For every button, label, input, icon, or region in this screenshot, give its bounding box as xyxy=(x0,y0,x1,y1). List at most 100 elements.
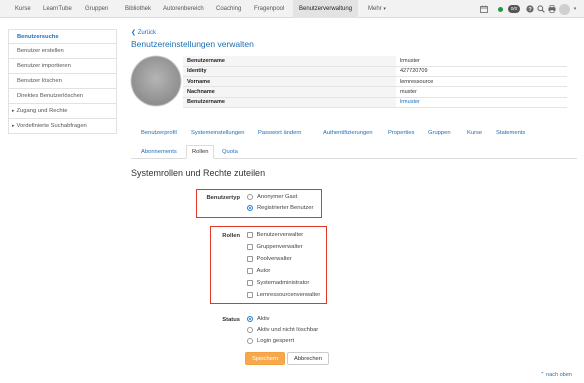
radio-anonymer-gast[interactable]: Anonymer Gast xyxy=(247,194,297,200)
table-row: Nachname muster xyxy=(183,86,567,98)
radio-button-selected[interactable] xyxy=(247,316,253,322)
checkbox[interactable] xyxy=(247,268,253,274)
info-value-link[interactable]: lrmuster xyxy=(396,97,567,108)
user-avatar-icon[interactable] xyxy=(558,0,571,18)
radio-registrierter-benutzer[interactable]: Registrierter Benutzer xyxy=(247,205,313,211)
tab-benutzerprofil[interactable]: Benutzerprofil xyxy=(141,126,177,140)
sidebar-item-benutzersuche[interactable]: Benutzersuche xyxy=(8,29,117,44)
online-status-icon[interactable] xyxy=(496,0,504,18)
nav-coaching[interactable]: Coaching xyxy=(216,0,241,18)
sidebar-item-zugang-und-rechte[interactable]: ▸ Zugang und Rechte xyxy=(8,104,117,119)
radio-button-selected[interactable] xyxy=(247,205,253,211)
top-navigation: Kurse LearnTube Gruppen Bibliothek Autor… xyxy=(0,0,584,18)
sidebar-item-label: Zugang und Rechte xyxy=(16,108,68,114)
checkbox-label: Lernressourcenverwalter xyxy=(256,292,321,298)
back-to-top-link[interactable]: ⌃ nach oben xyxy=(540,372,572,378)
radio-label: Login gesperrt xyxy=(257,338,295,344)
radio-label: Aktiv und nicht löschbar xyxy=(257,327,319,333)
checkbox-systemadministrator[interactable]: Systemadministrator xyxy=(247,280,309,286)
search-icon[interactable] xyxy=(536,0,546,18)
help-icon[interactable]: ? xyxy=(525,0,535,18)
table-row: Identity 427720709 xyxy=(183,66,567,78)
back-to-top-label: nach oben xyxy=(546,372,572,378)
back-link-label: Zurück xyxy=(137,30,157,36)
checkbox-lernressourcenverwalter[interactable]: Lernressourcenverwalter xyxy=(247,292,320,298)
chat-badge[interactable]: 0/0 xyxy=(506,0,522,18)
save-button[interactable]: Speichern xyxy=(245,352,285,365)
cancel-button[interactable]: Abbrechen xyxy=(287,352,329,365)
tab-statements[interactable]: Statements xyxy=(496,126,525,140)
tab-rollen[interactable]: Rollen xyxy=(186,145,215,159)
print-icon[interactable] xyxy=(547,0,557,18)
section-title: Systemrollen und Rechte zuteilen xyxy=(131,168,266,178)
radio-login-gesperrt[interactable]: Login gesperrt xyxy=(247,338,294,344)
info-key: Identity xyxy=(183,66,396,78)
checkbox[interactable] xyxy=(247,280,253,286)
radio-aktiv-nicht-loeschbar[interactable]: Aktiv und nicht löschbar xyxy=(247,327,318,333)
info-key: Benutzername xyxy=(183,56,396,67)
sidebar-item-benutzer-erstellen[interactable]: Benutzer erstellen xyxy=(8,44,117,59)
sidebar-item-direktes-benutzerloeschen[interactable]: Direktes Benutzerlöschen xyxy=(8,89,117,104)
table-row: Vorname lernressource xyxy=(183,76,567,88)
checkbox[interactable] xyxy=(247,256,253,262)
checkbox[interactable] xyxy=(247,232,253,238)
user-portrait xyxy=(131,56,181,106)
chevron-right-icon: ▸ xyxy=(12,123,15,129)
status-label: Status xyxy=(222,317,240,323)
chevron-left-icon: ❮ xyxy=(131,30,138,36)
info-value: lrmuster xyxy=(396,56,567,67)
sidebar-item-label: Benutzersuche xyxy=(17,34,59,40)
back-link[interactable]: ❮ Zurück xyxy=(131,29,156,36)
tab-quota[interactable]: Quota xyxy=(222,145,238,159)
user-info-table: Benutzername lrmuster Identity 427720709 V… xyxy=(183,56,567,108)
radio-label: Anonymer Gast xyxy=(257,194,298,200)
radio-label: Registrierter Benutzer xyxy=(257,205,314,211)
sidebar-item-label: Vordefinierte Suchabfragen xyxy=(16,123,87,129)
info-value: muster xyxy=(396,86,567,98)
info-key: Nachname xyxy=(183,86,396,98)
nav-autorenbereich[interactable]: Autorenbereich xyxy=(163,0,204,18)
sidebar-item-benutzer-loeschen[interactable]: Benutzer löschen xyxy=(8,74,117,89)
radio-aktiv[interactable]: Aktiv xyxy=(247,316,270,322)
checkbox-benutzerverwalter[interactable]: Benutzerverwalter xyxy=(247,232,303,238)
tab-passwort-aendern[interactable]: Passwort ändern xyxy=(258,126,302,140)
calendar-icon[interactable] xyxy=(478,0,490,18)
tab-authentifizierungen[interactable]: Authentifizierungen xyxy=(323,126,373,140)
nav-mehr[interactable]: Mehr ▾ xyxy=(368,0,386,18)
user-menu-caret-icon[interactable]: ▾ xyxy=(572,0,578,18)
checkbox-label: Systemadministrator xyxy=(256,280,310,286)
chevron-right-icon: ▸ xyxy=(12,108,15,114)
nav-kurse[interactable]: Kurse xyxy=(15,0,31,18)
checkbox[interactable] xyxy=(247,292,253,298)
page-title: Benutzereinstellungen verwalten xyxy=(131,39,254,49)
checkbox[interactable] xyxy=(247,244,253,250)
checkbox-gruppenverwalter[interactable]: Gruppenverwalter xyxy=(247,244,303,250)
radio-button[interactable] xyxy=(247,194,253,200)
sidebar-item-label: Direktes Benutzerlöschen xyxy=(17,93,84,99)
sidebar-item-label: Benutzer importieren xyxy=(17,63,71,69)
radio-button[interactable] xyxy=(247,338,253,344)
tab-abonnements[interactable]: Abonnements xyxy=(141,145,177,159)
checkbox-autor[interactable]: Autor xyxy=(247,268,270,274)
tab-gruppen[interactable]: Gruppen xyxy=(428,126,451,140)
sidebar-item-label: Benutzer erstellen xyxy=(17,48,64,54)
checkbox-label: Benutzerverwalter xyxy=(256,232,304,238)
nav-benutzerverwaltung[interactable]: Benutzerverwaltung xyxy=(293,0,359,18)
caret-down-icon: ▾ xyxy=(383,6,386,12)
checkbox-label: Autor xyxy=(256,268,271,274)
sidebar-item-vordefinierte-suchabfragen[interactable]: ▸ Vordefinierte Suchabfragen xyxy=(8,119,117,134)
table-row: Benutzername lrmuster xyxy=(183,97,567,108)
benutzertyp-label: Benutzertyp xyxy=(206,195,241,201)
nav-fragenpool[interactable]: Fragenpool xyxy=(254,0,284,18)
sidebar-item-benutzer-importieren[interactable]: Benutzer importieren xyxy=(8,59,117,74)
tab-kurse[interactable]: Kurse xyxy=(467,126,482,140)
checkbox-poolverwalter[interactable]: Poolverwalter xyxy=(247,256,292,262)
radio-button[interactable] xyxy=(247,327,253,333)
tab-systemeinstellungen[interactable]: Systemeinstellungen xyxy=(191,126,245,140)
nav-bibliothek[interactable]: Bibliothek xyxy=(125,0,151,18)
tab-properties[interactable]: Properties xyxy=(388,126,414,140)
nav-learntube[interactable]: LearnTube xyxy=(43,0,72,18)
info-value: lernressource xyxy=(396,76,567,88)
nav-gruppen[interactable]: Gruppen xyxy=(85,0,108,18)
checkbox-label: Gruppenverwalter xyxy=(256,244,303,250)
